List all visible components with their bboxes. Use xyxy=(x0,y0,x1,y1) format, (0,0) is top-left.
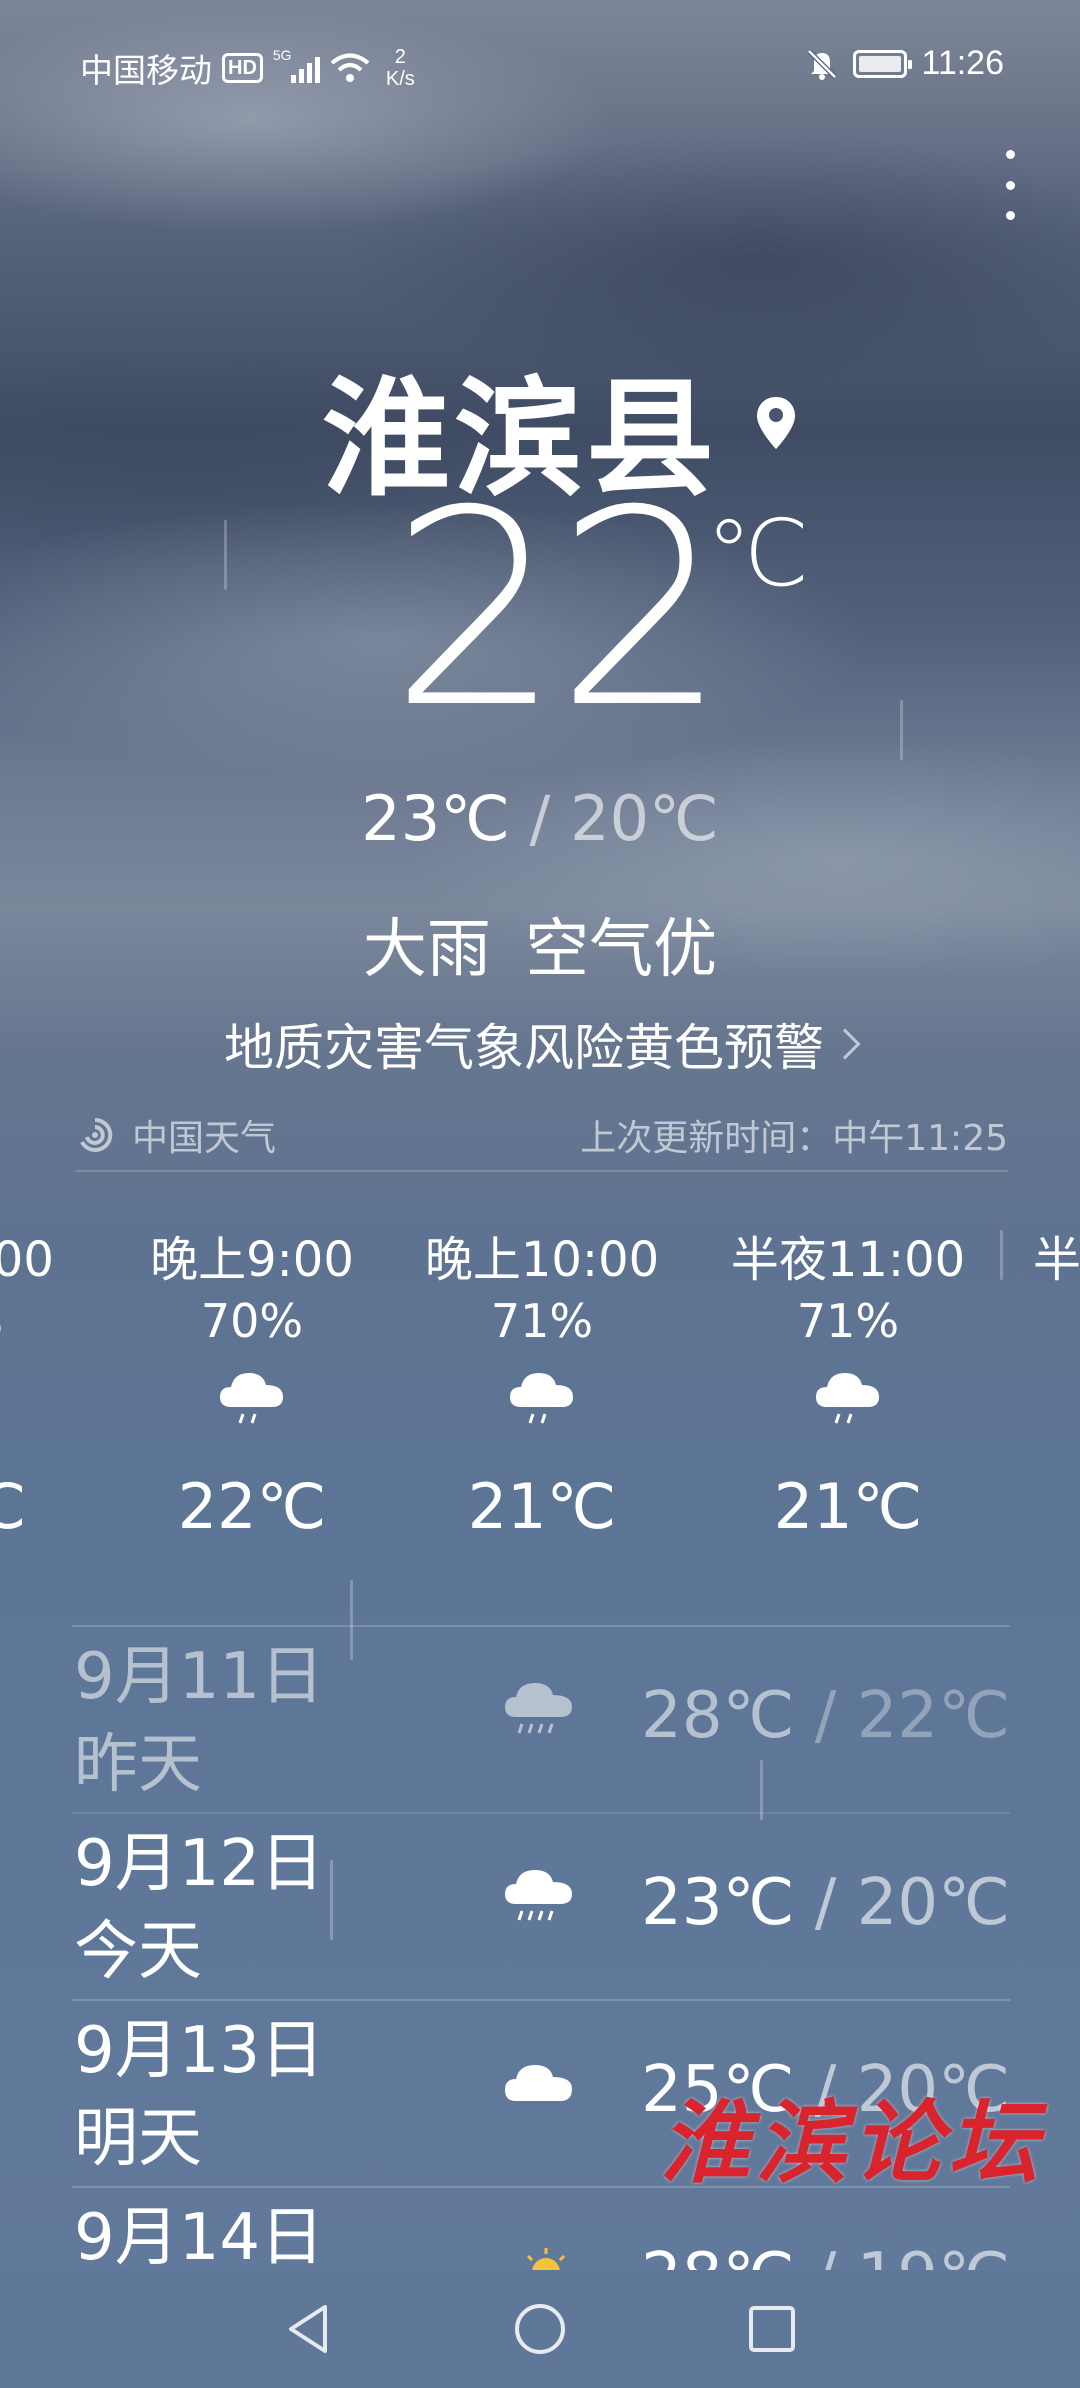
day-date: 9月12日 xyxy=(74,1827,325,1901)
day-date: 9月11日 xyxy=(74,1640,325,1714)
swirl-logo-icon xyxy=(80,1117,113,1152)
rain-streak xyxy=(224,520,227,590)
day-temperature: 28℃ / 22℃ xyxy=(641,1679,1010,1753)
daily-row[interactable]: 9月11日 昨天 28℃ / 22℃ xyxy=(72,1627,1010,1814)
weather-warning-link[interactable]: 地质灾害气象风险黄色预警 xyxy=(0,1008,1080,1080)
status-left: 中国移动 HD 5G 2 K/s xyxy=(80,44,415,92)
location-pin-icon xyxy=(757,396,795,449)
rain-streak xyxy=(900,700,903,760)
home-icon[interactable] xyxy=(513,2302,567,2356)
day-temperature: 28℃ / 19℃ xyxy=(641,2240,1010,2270)
hourly-item: 晚上8:00 70% 22℃ xyxy=(0,1232,54,1543)
last-updated: 上次更新时间：中午11:25 xyxy=(580,1118,1008,1159)
day-label: 明天 xyxy=(74,2102,202,2176)
wifi-icon xyxy=(330,53,370,82)
hourly-item: 半 xyxy=(1033,1232,1080,1288)
partly-sunny-icon xyxy=(526,2248,566,2270)
heavy-rain-icon xyxy=(505,1870,572,1921)
clock: 11:26 xyxy=(921,44,1004,82)
signal-icon: 5G xyxy=(273,47,320,83)
current-temperature: 22 ℃ xyxy=(390,475,809,745)
hd-icon: HD xyxy=(222,53,263,83)
day-date: 9月13日 xyxy=(74,2014,325,2088)
rain-cloud-icon xyxy=(220,1373,283,1424)
network-type: 5G xyxy=(272,47,292,63)
day-label: 昨天 xyxy=(74,1728,202,1802)
high-low-temperature: 23℃ / 20℃ xyxy=(0,782,1080,855)
warning-text: 地质灾害气象风险黄色预警 xyxy=(224,1019,824,1077)
hourly-item: 晚上10:00 71% 21℃ xyxy=(424,1232,660,1543)
more-options-icon[interactable] xyxy=(998,150,1022,220)
day-temperature: 23℃ / 20℃ xyxy=(641,1866,1010,1940)
hourly-item: 晚上9:00 70% 22℃ xyxy=(150,1232,354,1543)
bell-off-icon xyxy=(807,48,838,80)
heavy-rain-icon xyxy=(505,1683,572,1734)
weather-condition: 大雨 空气优 xyxy=(362,913,718,987)
carrier-name: 中国移动 xyxy=(80,52,212,89)
temperature-value: 22 xyxy=(390,452,728,767)
data-source-row: 中国天气 上次更新时间：中午11:25 xyxy=(76,1100,1008,1172)
hourly-forecast[interactable]: 晚上8:00 70% 22℃ 晚上9:00 70% 22℃ 晚上10:00 71… xyxy=(0,1220,1080,1600)
status-bar: 中国移动 HD 5G 2 K/s 11:26 xyxy=(0,0,1080,130)
back-icon[interactable] xyxy=(283,2301,333,2357)
rain-cloud-icon xyxy=(510,1373,573,1424)
daily-row[interactable]: 9月12日 今天 23℃ / 20℃ xyxy=(72,1814,1010,2001)
network-speed: 2 K/s xyxy=(385,46,415,90)
chevron-right-icon xyxy=(829,1028,861,1060)
low-temp: 20℃ xyxy=(570,782,719,855)
daily-row[interactable]: 9月14日 28℃ / 19℃ xyxy=(72,2188,1010,2270)
temp-separator: / xyxy=(529,782,551,855)
hourly-item: 半夜11:00 71% 21℃ xyxy=(730,1232,966,1543)
high-temp: 23℃ xyxy=(361,782,510,855)
provider: 中国天气 xyxy=(76,1109,276,1161)
battery-icon xyxy=(853,49,913,78)
temperature-unit: ℃ xyxy=(706,500,810,607)
forum-watermark: 淮滨论坛 xyxy=(660,2090,1044,2196)
day-label: 今天 xyxy=(74,1915,202,1989)
provider-name: 中国天气 xyxy=(132,1118,277,1159)
day-date: 9月14日 xyxy=(74,2201,325,2270)
status-right: 11:26 xyxy=(805,44,1004,83)
navigation-bar xyxy=(0,2270,1080,2388)
recents-icon[interactable] xyxy=(747,2304,797,2354)
cloudy-icon xyxy=(505,2065,572,2101)
rain-cloud-icon xyxy=(816,1373,879,1424)
